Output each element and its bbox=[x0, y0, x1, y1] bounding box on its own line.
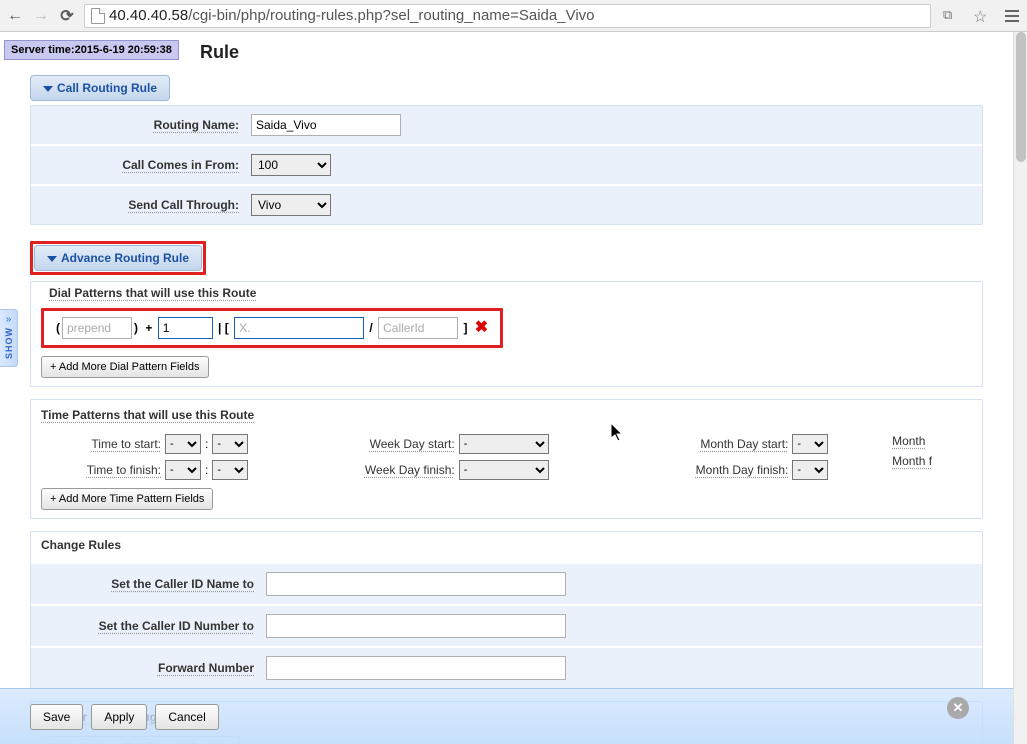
apply-button[interactable]: Apply bbox=[91, 704, 147, 730]
monthday-finish-select[interactable]: - bbox=[792, 460, 828, 480]
forward-button[interactable]: → bbox=[32, 7, 50, 25]
label-time-start: Time to start: bbox=[41, 437, 161, 451]
prepend-input[interactable] bbox=[62, 317, 132, 339]
url-text: 40.40.40.58/cgi-bin/php/routing-rules.ph… bbox=[109, 7, 595, 24]
label-md-start: Month Day start: bbox=[618, 437, 788, 451]
translate-icon[interactable]: ⧉ bbox=[943, 7, 961, 25]
weekday-start-select[interactable]: - bbox=[459, 434, 549, 454]
url-bar[interactable]: 40.40.40.58/cgi-bin/php/routing-rules.ph… bbox=[84, 4, 931, 28]
call-routing-form: Routing Name: Call Comes in From: 100 Se… bbox=[30, 105, 983, 225]
scrollbar-thumb[interactable] bbox=[1016, 32, 1026, 162]
label-cid-name: Set the Caller ID Name to bbox=[41, 577, 266, 591]
chevron-down-icon bbox=[43, 86, 53, 92]
send-through-select[interactable]: Vivo bbox=[251, 194, 331, 216]
label-wd-finish: Week Day finish: bbox=[305, 463, 455, 477]
forward-number-input[interactable] bbox=[266, 656, 566, 680]
prefix-input[interactable] bbox=[158, 317, 213, 339]
scrollbar-track[interactable] bbox=[1013, 32, 1027, 744]
label-time-finish: Time to finish: bbox=[41, 463, 161, 477]
call-from-select[interactable]: 100 bbox=[251, 154, 331, 176]
chevron-down-icon bbox=[47, 256, 57, 262]
server-time-badge: Server time:2015-6-19 20:59:38 bbox=[4, 40, 179, 60]
label-month-finish-cut: Month f bbox=[892, 454, 932, 468]
time-patterns-block: Time Patterns that will use this Route T… bbox=[30, 399, 983, 519]
browser-toolbar: ← → ⟳ 40.40.40.58/cgi-bin/php/routing-ru… bbox=[0, 0, 1027, 32]
back-button[interactable]: ← bbox=[6, 7, 24, 25]
label-send-through: Send Call Through: bbox=[41, 198, 251, 212]
label-wd-start: Week Day start: bbox=[305, 437, 455, 451]
section-header-call-routing[interactable]: Call Routing Rule bbox=[30, 75, 170, 101]
cid-name-input[interactable] bbox=[266, 572, 566, 596]
footer-bar: Save Apply Cancel ✕ bbox=[0, 688, 1013, 744]
cancel-button[interactable]: Cancel bbox=[155, 704, 218, 730]
close-icon[interactable]: ✕ bbox=[947, 697, 969, 719]
weekday-finish-select[interactable]: - bbox=[459, 460, 549, 480]
change-rules-block: Change Rules Set the Caller ID Name to S… bbox=[30, 531, 983, 689]
bookmark-star-icon[interactable] bbox=[973, 7, 991, 25]
label-cid-number: Set the Caller ID Number to bbox=[41, 619, 266, 633]
label-month-start-cut: Month bbox=[892, 434, 925, 448]
highlight-box-dial: () + | [ / ] ✖ bbox=[41, 308, 503, 348]
chrome-menu-icon[interactable] bbox=[1003, 7, 1021, 25]
highlight-box-header: Advance Routing Rule bbox=[30, 241, 206, 275]
page-title: Rule bbox=[200, 42, 983, 63]
page-icon bbox=[91, 8, 105, 24]
section-header-advance[interactable]: Advance Routing Rule bbox=[34, 245, 202, 271]
label-md-finish: Month Day finish: bbox=[618, 463, 788, 477]
reload-button[interactable]: ⟳ bbox=[58, 7, 76, 25]
time-finish-min[interactable]: - bbox=[212, 460, 248, 480]
delete-pattern-icon[interactable]: ✖ bbox=[475, 319, 488, 336]
time-start-hour[interactable]: - bbox=[165, 434, 201, 454]
caller-id-input[interactable] bbox=[378, 317, 458, 339]
routing-name-input[interactable] bbox=[251, 114, 401, 136]
dial-patterns-title: Dial Patterns that will use this Route bbox=[49, 286, 256, 300]
match-pattern-input[interactable] bbox=[234, 317, 364, 339]
label-forward-number: Forward Number bbox=[41, 661, 266, 675]
page-content: Server time:2015-6-19 20:59:38 » SHOW Ru… bbox=[0, 32, 1013, 744]
add-time-pattern-button[interactable]: + Add More Time Pattern Fields bbox=[41, 488, 213, 510]
cid-number-input[interactable] bbox=[266, 614, 566, 638]
monthday-start-select[interactable]: - bbox=[792, 434, 828, 454]
time-patterns-title: Time Patterns that will use this Route bbox=[41, 408, 254, 422]
dial-patterns-block: Dial Patterns that will use this Route (… bbox=[30, 281, 983, 387]
time-start-min[interactable]: - bbox=[212, 434, 248, 454]
add-dial-pattern-button[interactable]: + Add More Dial Pattern Fields bbox=[41, 356, 209, 378]
label-call-from: Call Comes in From: bbox=[41, 158, 251, 172]
save-button[interactable]: Save bbox=[30, 704, 83, 730]
time-finish-hour[interactable]: - bbox=[165, 460, 201, 480]
label-routing-name: Routing Name: bbox=[41, 118, 251, 132]
change-rules-title: Change Rules bbox=[41, 538, 121, 552]
